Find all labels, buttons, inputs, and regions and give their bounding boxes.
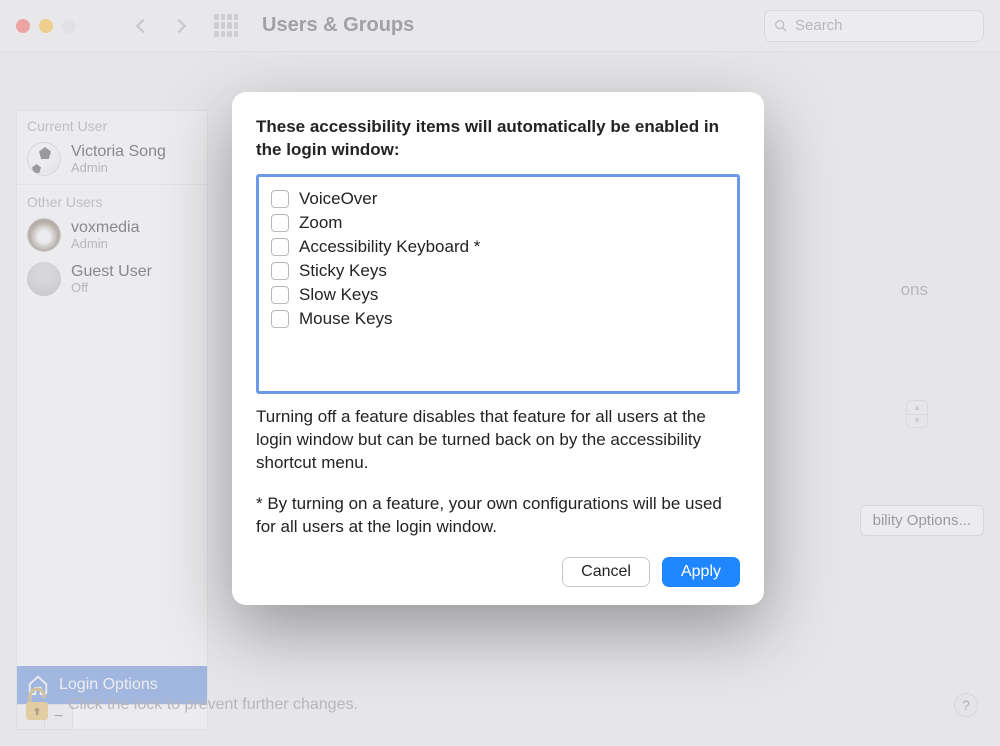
lock-icon[interactable] bbox=[22, 686, 52, 724]
checkbox-mouse-keys[interactable] bbox=[271, 310, 289, 328]
checkbox-sticky-keys[interactable] bbox=[271, 262, 289, 280]
avatar-icon bbox=[27, 262, 61, 296]
checkbox-label: Zoom bbox=[299, 213, 342, 233]
user-item[interactable]: Guest User Off bbox=[17, 258, 207, 302]
show-all-icon[interactable] bbox=[214, 14, 238, 38]
user-name: voxmedia bbox=[71, 219, 139, 237]
cancel-button[interactable]: Cancel bbox=[562, 557, 650, 587]
user-name: Victoria Song bbox=[71, 143, 166, 161]
lock-row: Click the lock to prevent further change… bbox=[22, 686, 978, 724]
back-button[interactable] bbox=[126, 11, 156, 41]
checkbox-label: Mouse Keys bbox=[299, 309, 393, 329]
dialog-body: Turning off a feature disables that feat… bbox=[256, 406, 740, 475]
checkbox-slow-keys[interactable] bbox=[271, 286, 289, 304]
avatar-icon bbox=[27, 142, 61, 176]
sidebar-section-current: Current User bbox=[17, 111, 207, 138]
close-window-button[interactable] bbox=[16, 19, 30, 33]
checkbox-row: Accessibility Keyboard * bbox=[271, 235, 725, 259]
users-sidebar: Current User Victoria Song Admin Other U… bbox=[16, 110, 208, 730]
checkbox-row: Slow Keys bbox=[271, 283, 725, 307]
help-button[interactable]: ? bbox=[954, 693, 978, 717]
minimize-window-button[interactable] bbox=[39, 19, 53, 33]
accessibility-options-button[interactable]: bility Options... bbox=[860, 505, 984, 536]
user-role: Off bbox=[71, 280, 152, 295]
lock-text: Click the lock to prevent further change… bbox=[68, 696, 358, 714]
sidebar-section-other: Other Users bbox=[17, 187, 207, 214]
apply-button[interactable]: Apply bbox=[662, 557, 740, 587]
search-input[interactable]: Search bbox=[764, 10, 984, 42]
checkbox-label: Sticky Keys bbox=[299, 261, 387, 281]
user-role: Admin bbox=[71, 160, 166, 175]
dialog-buttons: Cancel Apply bbox=[256, 557, 740, 587]
checkbox-row: Mouse Keys bbox=[271, 307, 725, 331]
stepper-icon: ▴▾ bbox=[906, 400, 928, 428]
search-placeholder: Search bbox=[795, 17, 843, 34]
checkbox-accessibility-keyboard[interactable] bbox=[271, 238, 289, 256]
dialog-note: * By turning on a feature, your own conf… bbox=[256, 493, 740, 539]
background-text: ons bbox=[901, 280, 928, 300]
user-item-current[interactable]: Victoria Song Admin bbox=[17, 138, 207, 182]
checkbox-row: Zoom bbox=[271, 211, 725, 235]
checkbox-label: Accessibility Keyboard * bbox=[299, 237, 480, 257]
window-controls bbox=[16, 19, 76, 33]
toolbar: Users & Groups Search bbox=[0, 0, 1000, 52]
checkbox-zoom[interactable] bbox=[271, 214, 289, 232]
checkbox-row: VoiceOver bbox=[271, 187, 725, 211]
avatar-icon bbox=[27, 218, 61, 252]
checkbox-label: VoiceOver bbox=[299, 189, 377, 209]
search-icon bbox=[773, 18, 789, 34]
checkbox-label: Slow Keys bbox=[299, 285, 378, 305]
checkbox-voiceover[interactable] bbox=[271, 190, 289, 208]
user-role: Admin bbox=[71, 236, 139, 251]
accessibility-dialog: These accessibility items will automatic… bbox=[232, 92, 764, 605]
checkbox-list: VoiceOver Zoom Accessibility Keyboard * … bbox=[256, 174, 740, 394]
user-item[interactable]: voxmedia Admin bbox=[17, 214, 207, 258]
dialog-heading: These accessibility items will automatic… bbox=[256, 116, 740, 162]
window-title: Users & Groups bbox=[262, 14, 414, 37]
zoom-window-button[interactable] bbox=[62, 19, 76, 33]
user-name: Guest User bbox=[71, 263, 152, 281]
checkbox-row: Sticky Keys bbox=[271, 259, 725, 283]
forward-button[interactable] bbox=[166, 11, 196, 41]
